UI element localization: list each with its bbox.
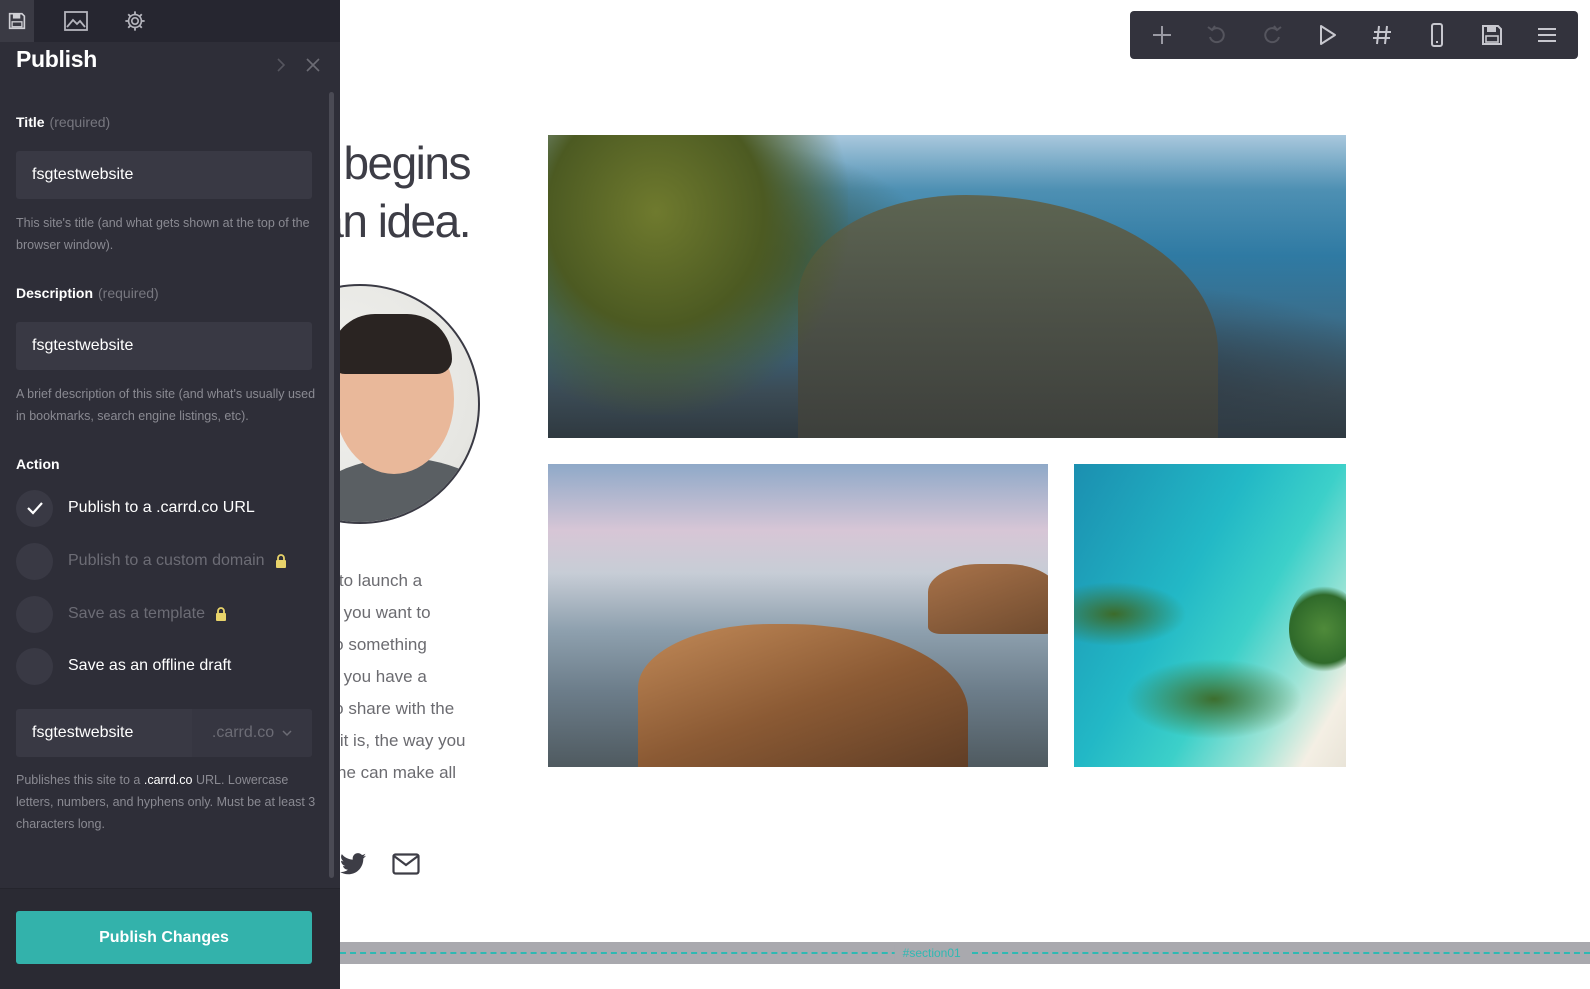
title-help: This site's title (and what gets shown a…	[16, 216, 310, 252]
chevron-right-icon[interactable]	[276, 58, 286, 77]
site-body-line[interactable]: nto something	[320, 629, 480, 661]
radio-unselected[interactable]	[16, 595, 53, 633]
site-body-line[interactable]: be you have a	[320, 661, 480, 693]
action-option-offline-draft[interactable]: Save as an offline draft	[16, 647, 316, 685]
url-help: Publishes this site to a .carrd.co URL. …	[16, 769, 316, 835]
menu-icon	[1537, 28, 1556, 42]
title-required: (required)	[49, 114, 111, 130]
tab-settings[interactable]	[118, 0, 152, 42]
plus-icon	[1152, 26, 1171, 44]
site-body-line[interactable]: t to share with the	[320, 693, 480, 725]
section-divider[interactable]: #section01	[340, 942, 1590, 964]
save-button[interactable]	[1470, 15, 1514, 55]
editor-toolbar	[1130, 11, 1578, 59]
description-input[interactable]	[16, 322, 312, 370]
site-body-line[interactable]: nt to launch a	[320, 565, 480, 597]
option-text: Publish to a	[68, 499, 157, 516]
undo-button[interactable]	[1195, 15, 1239, 55]
section-label: #section01	[894, 945, 969, 961]
play-icon	[1319, 25, 1336, 45]
redo-icon	[1263, 25, 1282, 44]
lock-icon	[275, 554, 286, 568]
lock-icon	[215, 607, 226, 621]
sections-button[interactable]	[1360, 15, 1404, 55]
action-option-label: Publish to a custom domain	[68, 552, 265, 569]
menu-button[interactable]	[1525, 15, 1569, 55]
save-icon	[1481, 25, 1502, 45]
panel-scrollbar[interactable]	[329, 92, 334, 878]
title-label: Title (required)	[16, 114, 110, 130]
publish-changes-button[interactable]: Publish Changes	[16, 911, 312, 964]
tab-images[interactable]	[59, 0, 93, 42]
description-help: A brief description of this site (and wh…	[16, 387, 316, 423]
rock-shape	[928, 564, 1048, 634]
url-field: .carrd.co	[16, 709, 312, 757]
description-required: (required)	[98, 285, 159, 301]
site-body-line[interactable]: er it is, the way you	[320, 725, 480, 757]
tab-publish[interactable]	[0, 0, 34, 42]
radio-unselected[interactable]	[16, 647, 53, 685]
option-text: URL	[218, 499, 255, 516]
image-icon	[64, 11, 88, 31]
gallery-image-coast[interactable]	[548, 135, 1346, 438]
rock-shape	[638, 624, 968, 767]
action-option-label: Publish to a .carrd.co URL	[68, 499, 255, 517]
action-option-label: Save as a template	[68, 605, 205, 622]
action-option-template[interactable]: Save as a template	[16, 595, 316, 633]
preview-button[interactable]	[1305, 15, 1349, 55]
panel-title: Publish	[16, 46, 97, 72]
save-icon	[8, 12, 26, 30]
action-option-label: Save as an offline draft	[68, 657, 231, 675]
action-option-custom-domain[interactable]: Publish to a custom domain	[16, 542, 316, 580]
undo-icon	[1206, 25, 1225, 44]
action-option-carrd-url[interactable]: Publish to a .carrd.co URL	[16, 489, 316, 527]
coast-palm	[548, 135, 848, 415]
mobile-icon	[1430, 23, 1443, 47]
title-input[interactable]	[16, 151, 312, 199]
option-highlight: offline	[152, 657, 195, 674]
url-help-text: Publishes this site to a	[16, 773, 144, 787]
mail-icon[interactable]	[392, 853, 420, 880]
description-label-text: Description	[16, 285, 94, 301]
hash-icon	[1372, 25, 1391, 45]
island-shape	[1289, 584, 1346, 674]
radio-unselected[interactable]	[16, 542, 53, 580]
twitter-icon[interactable]	[340, 853, 366, 880]
url-input[interactable]	[16, 709, 192, 757]
domain-value: .carrd.co	[211, 724, 275, 741]
description-label: Description (required)	[16, 285, 159, 301]
action-label: Action	[16, 456, 60, 472]
chevron-down-icon	[282, 729, 292, 736]
url-help-highlight: .carrd.co	[143, 773, 193, 787]
option-text: draft	[194, 657, 232, 674]
close-icon[interactable]	[306, 58, 320, 77]
mobile-preview-button[interactable]	[1415, 15, 1459, 55]
panel-tabs	[0, 0, 340, 42]
site-body-line[interactable]: nline can make all	[320, 757, 480, 789]
add-element-button[interactable]	[1140, 15, 1184, 55]
site-body-line[interactable]: be you want to	[320, 597, 480, 629]
option-text: Save as an	[68, 657, 153, 674]
avatar-hair	[330, 314, 452, 374]
check-icon	[26, 502, 43, 515]
domain-select[interactable]: .carrd.co	[192, 709, 312, 757]
publish-panel: Publish Title(required) This site's titl…	[0, 0, 340, 989]
gallery-image-rocks[interactable]	[548, 464, 1048, 767]
coast-rock	[798, 195, 1218, 438]
redo-button[interactable]	[1250, 15, 1294, 55]
option-highlight: .carrd.co	[156, 499, 219, 516]
radio-selected[interactable]	[16, 489, 53, 527]
gallery-image-aerial[interactable]	[1074, 464, 1346, 767]
gear-icon	[125, 11, 145, 31]
title-label-text: Title	[16, 114, 45, 130]
